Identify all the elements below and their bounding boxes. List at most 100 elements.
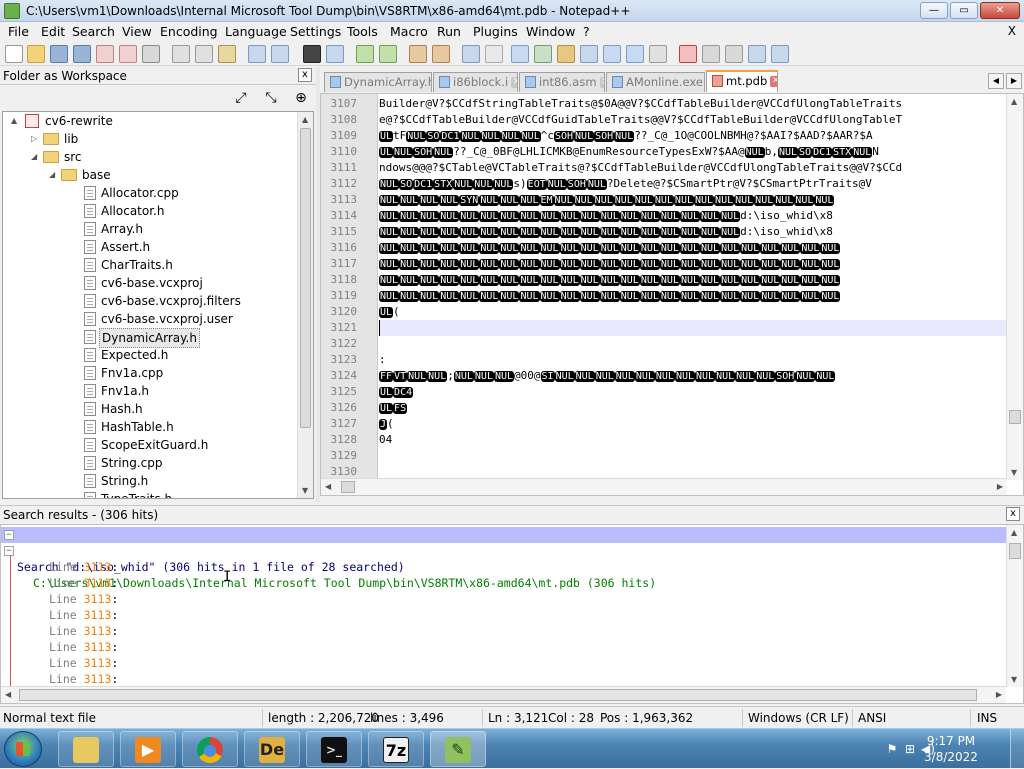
action-center-icon[interactable]: ⚑ <box>884 741 900 757</box>
code-line[interactable]: J( <box>379 416 1007 432</box>
code-line[interactable]: NUL SO DC1 STX NUL NUL NULs)EOT NUL SOH NUL?Delet… <box>379 176 1007 192</box>
search-hit-row[interactable]: Line 3113: <box>1 671 1006 687</box>
zoom-in-icon[interactable] <box>356 45 374 63</box>
taskbar-app-explorer[interactable] <box>58 731 114 767</box>
code-line[interactable]: UL DC4 <box>379 384 1007 400</box>
taskbar-app-cmd[interactable]: >_ <box>306 731 362 767</box>
tree-scrollbar-thumb[interactable] <box>300 128 311 428</box>
code-line[interactable]: NUL NUL NUL NUL NUL NUL NUL NUL NUL NUL NUL NUL NUL N… <box>379 288 1007 304</box>
menu-window[interactable]: Window <box>526 24 575 39</box>
scroll-left-icon[interactable]: ◀ <box>325 482 331 491</box>
close-all-icon[interactable] <box>119 45 137 63</box>
menu-settings[interactable]: Settings <box>290 24 341 39</box>
clock[interactable]: 9:17 PM 3/8/2022 <box>916 733 986 765</box>
save-macro-icon[interactable] <box>771 45 789 63</box>
play-macro-icon[interactable] <box>725 45 743 63</box>
status-insert-mode[interactable]: INS <box>977 711 997 725</box>
scroll-down-icon[interactable]: ▼ <box>1011 468 1017 477</box>
menu-language[interactable]: Language <box>225 24 287 39</box>
tab-close-icon[interactable]: ✕ <box>599 77 604 88</box>
expand-all-icon[interactable]: ⤢ <box>232 89 250 107</box>
code-line[interactable]: FF VT NUL NUL;NUL NUL NUL@00@SI NUL NUL NUL NUL NU… <box>379 368 1007 384</box>
print-icon[interactable] <box>142 45 160 63</box>
menu-tools[interactable]: Tools <box>347 24 378 39</box>
new-file-icon[interactable] <box>5 45 23 63</box>
menu-file[interactable]: File <box>8 24 29 39</box>
code-line[interactable]: NUL NUL NUL NUL NUL NUL NUL NUL NUL NUL NUL NUL NUL N… <box>379 224 1007 240</box>
menu-macro[interactable]: Macro <box>390 24 428 39</box>
search-hit-row[interactable]: Line 3113: <box>1 639 1006 655</box>
search-hscroll-thumb[interactable] <box>19 689 977 701</box>
code-line[interactable]: : <box>379 352 1007 368</box>
zoom-out-icon[interactable] <box>379 45 397 63</box>
editor-vscroll-thumb[interactable] <box>1009 410 1021 424</box>
tab-amonline[interactable]: AMonline.exe✕ <box>606 72 705 92</box>
tab-int86[interactable]: int86.asm✕ <box>519 72 605 92</box>
search-vscroll-thumb[interactable] <box>1009 543 1021 559</box>
taskbar-app-7zip[interactable]: 7z <box>368 731 424 767</box>
run-macro-multiple-icon[interactable] <box>748 45 766 63</box>
scroll-right-icon[interactable]: ▶ <box>997 482 1003 491</box>
undo-icon[interactable] <box>248 45 266 63</box>
collapse-icon[interactable]: ◢ <box>31 153 39 161</box>
scroll-up-icon[interactable]: ▲ <box>1011 528 1017 537</box>
search-hit-row[interactable]: Line 3113: <box>1 559 1006 575</box>
redo-icon[interactable] <box>271 45 289 63</box>
start-button[interactable] <box>4 731 42 767</box>
search-hit-row[interactable]: Line 3113: <box>1 591 1006 607</box>
status-encoding[interactable]: ANSI <box>858 711 886 725</box>
cut-icon[interactable] <box>172 45 190 63</box>
menu-view[interactable]: View <box>122 24 152 39</box>
code-line[interactable] <box>379 448 1007 464</box>
collapse-icon[interactable]: ◢ <box>49 171 57 179</box>
search-hit-row[interactable]: Line 3113: <box>1 655 1006 671</box>
code-area[interactable]: Builder@V?$CCdfStringTableTraits@$0A@@V?… <box>379 94 1007 480</box>
workspace-close-button[interactable]: x <box>298 68 312 82</box>
code-line[interactable]: NUL NUL NUL NUL SYN NUL NUL NUL EM NUL NUL NUL NUL NU… <box>379 192 1007 208</box>
find-icon[interactable] <box>303 45 321 63</box>
open-file-icon[interactable] <box>27 45 45 63</box>
word-wrap-icon[interactable] <box>462 45 480 63</box>
menu-help[interactable]: ? <box>583 24 590 39</box>
search-hit-row[interactable]: Line 3113: <box>1 575 1006 591</box>
search-results-vertical-scrollbar[interactable]: ▲ ▼ <box>1006 525 1023 687</box>
indent-guide-icon[interactable] <box>511 45 529 63</box>
paste-icon[interactable] <box>218 45 236 63</box>
locate-current-file-icon[interactable]: ⊕ <box>292 89 310 107</box>
scroll-up-icon[interactable]: ▲ <box>1011 97 1017 106</box>
editor-horizontal-scrollbar[interactable]: ◀ ▶ <box>321 478 1007 495</box>
tree-scrollbar[interactable]: ▲ ▼ <box>297 112 313 498</box>
document-map-icon[interactable] <box>557 45 575 63</box>
search-file-line[interactable]: − C:\Users\vm1\Downloads\Internal Micros… <box>1 543 1006 590</box>
code-line[interactable]: Builder@V?$CCdfStringTableTraits@$0A@@V?… <box>379 96 1007 112</box>
menu-search[interactable]: Search <box>72 24 115 39</box>
code-line[interactable]: NUL NUL NUL NUL NUL NUL NUL NUL NUL NUL NUL NUL NUL N… <box>379 272 1007 288</box>
function-list-icon[interactable] <box>580 45 598 63</box>
tab-close-icon[interactable]: ✕ <box>511 77 517 88</box>
search-hit-row[interactable]: Line 3113: <box>1 623 1006 639</box>
close-button[interactable]: ✕ <box>980 2 1020 19</box>
taskbar-app-chrome[interactable]: ● <box>182 731 238 767</box>
code-line[interactable]: UL( <box>379 304 1007 320</box>
close-document-button[interactable]: X <box>1008 24 1016 38</box>
editor-hscroll-thumb[interactable] <box>341 481 355 493</box>
save-all-icon[interactable] <box>73 45 91 63</box>
tab-scroll-right-icon[interactable]: ▶ <box>1006 73 1022 89</box>
code-line[interactable]: 04 <box>379 432 1007 448</box>
monitoring-icon[interactable] <box>626 45 644 63</box>
maximize-button[interactable]: ▭ <box>950 2 978 19</box>
minimize-button[interactable]: — <box>920 2 948 19</box>
sync-vertical-icon[interactable] <box>409 45 427 63</box>
close-file-icon[interactable] <box>96 45 114 63</box>
menu-plugins[interactable]: Plugins <box>473 24 518 39</box>
tab-i86block[interactable]: i86block.i✕ <box>433 72 518 92</box>
status-eol[interactable]: Windows (CR LF) <box>748 711 849 725</box>
menu-edit[interactable]: Edit <box>41 24 65 39</box>
menu-encoding[interactable]: Encoding <box>160 24 218 39</box>
code-line[interactable]: UL FS <box>379 400 1007 416</box>
scroll-down-icon[interactable]: ▼ <box>302 486 308 495</box>
collapse-icon[interactable]: ▲ <box>11 117 19 125</box>
menu-run[interactable]: Run <box>437 24 461 39</box>
code-line[interactable]: ndows@@@?$CTable@VCTableTraits@?$CCdfTab… <box>379 160 1007 176</box>
editor[interactable]: 3107 3108 3109 3110 3111 3112 3113 3114 3115 3116… <box>320 93 1024 496</box>
